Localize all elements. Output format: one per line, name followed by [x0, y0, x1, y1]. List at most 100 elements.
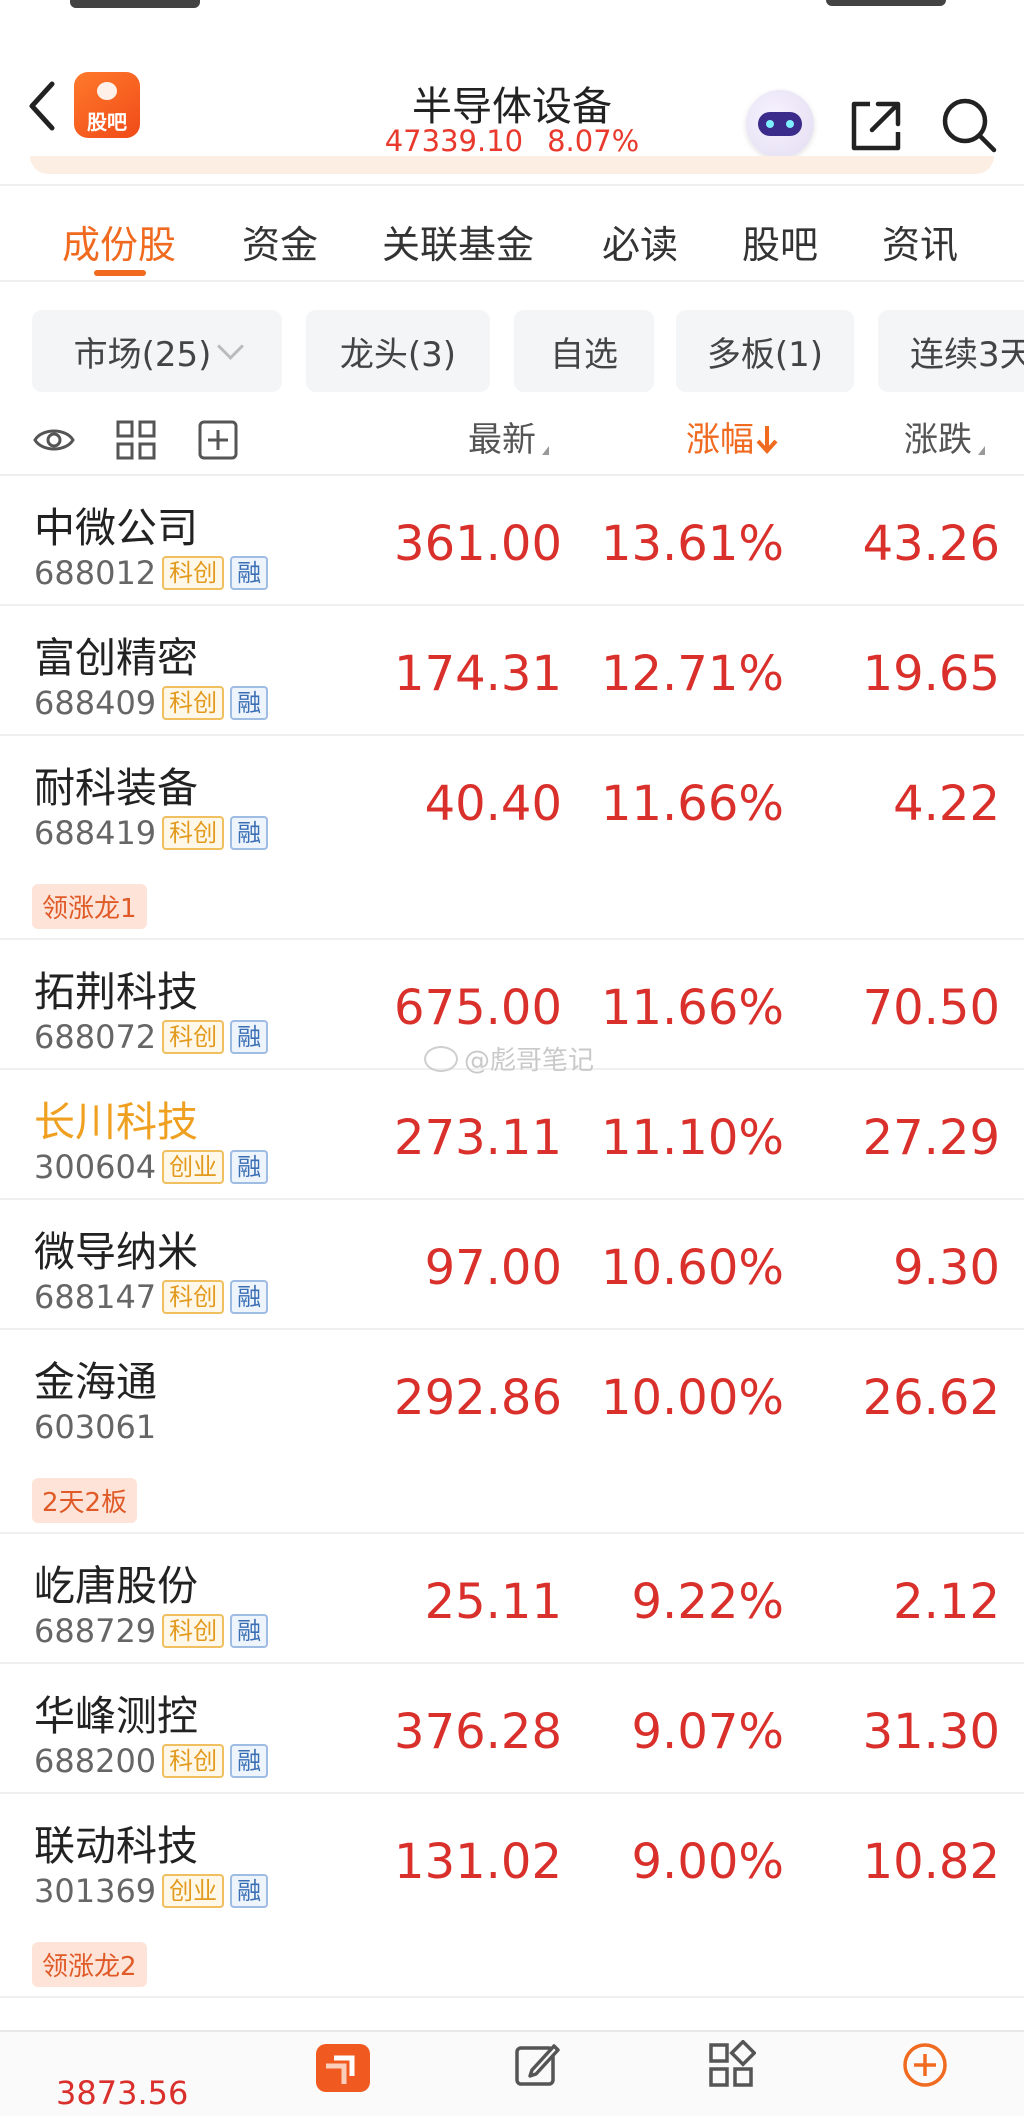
- stock-pct-change: 10.00%: [600, 1370, 784, 1426]
- margin-badge: 融: [230, 1020, 269, 1054]
- share-icon[interactable]: [848, 98, 904, 154]
- stock-last-price: 361.00: [394, 516, 562, 572]
- board-badge: 创业: [162, 1150, 225, 1184]
- board-badge: 科创: [162, 686, 225, 720]
- grid-view-icon[interactable]: [114, 418, 158, 462]
- stock-code: 688409: [34, 684, 157, 722]
- stock-name: 华峰测控: [34, 1692, 198, 1740]
- index-value: 47339.10: [384, 124, 524, 158]
- stock-code-line: 688419 科创融: [34, 814, 269, 852]
- column-pct[interactable]: 涨幅: [686, 412, 780, 468]
- board-badge: 科创: [162, 1020, 225, 1054]
- tab-funds-flow[interactable]: 资金: [242, 214, 318, 269]
- stock-code: 300604: [34, 1148, 157, 1186]
- stock-name: 金海通: [34, 1358, 157, 1406]
- post-nav-icon[interactable]: [512, 2040, 562, 2090]
- stock-code: 688729: [34, 1612, 157, 1650]
- stock-pct-change: 9.22%: [631, 1574, 784, 1630]
- tab-constituents[interactable]: 成份股: [62, 214, 176, 269]
- stock-tag: 领涨龙1: [32, 884, 147, 929]
- stock-pct-change: 10.60%: [600, 1240, 784, 1296]
- margin-badge: 融: [230, 1280, 269, 1314]
- stock-row[interactable]: 富创精密 688409 科创融 174.31 12.71% 19.65: [0, 606, 1024, 736]
- apps-nav-icon[interactable]: [706, 2040, 756, 2090]
- search-icon[interactable]: [940, 96, 998, 154]
- stock-change: 43.26: [862, 516, 1000, 572]
- filter-market[interactable]: 市场(25): [32, 310, 282, 392]
- stock-code: 301369: [34, 1872, 157, 1910]
- stock-pct-change: 11.10%: [600, 1110, 784, 1166]
- column-change[interactable]: 涨跌: [904, 412, 985, 468]
- stock-code: 688147: [34, 1278, 157, 1316]
- stock-change: 27.29: [862, 1110, 1000, 1166]
- filter-leaders[interactable]: 龙头(3): [306, 310, 490, 392]
- stock-pct-change: 9.00%: [631, 1834, 784, 1890]
- robot-eye-left: [766, 120, 774, 128]
- stock-pct-change: 9.07%: [631, 1704, 784, 1760]
- stock-last-price: 97.00: [424, 1240, 562, 1296]
- stock-pct-change: 12.71%: [600, 646, 784, 702]
- stock-code-line: 300604 创业融: [34, 1148, 269, 1186]
- stock-row[interactable]: 联动科技 301369 创业融领涨龙2 131.02 9.00% 10.82: [0, 1794, 1024, 1998]
- sort-icon: [542, 446, 549, 455]
- stock-pct-change: 11.66%: [600, 776, 784, 832]
- index-change: 8.07%: [547, 124, 640, 158]
- stock-last-price: 131.02: [394, 1834, 562, 1890]
- stock-row[interactable]: 金海通 603061 2天2板 292.86 10.00% 26.62: [0, 1330, 1024, 1534]
- stock-row[interactable]: 微导纳米 688147 科创融 97.00 10.60% 9.30: [0, 1200, 1024, 1330]
- robot-face: [758, 112, 802, 136]
- stock-change: 26.62: [862, 1370, 1000, 1426]
- stock-code-line: 688200 科创融: [34, 1742, 269, 1780]
- stock-code-line: 603061: [34, 1408, 156, 1446]
- sort-icon: [978, 446, 985, 455]
- stock-row[interactable]: 屹唐股份 688729 科创融 25.11 9.22% 2.12: [0, 1534, 1024, 1664]
- stock-last-price: 376.28: [394, 1704, 562, 1760]
- margin-badge: 融: [230, 556, 269, 590]
- status-time: [70, 0, 200, 8]
- stock-row[interactable]: 中微公司 688012 科创融 361.00 13.61% 43.26: [0, 476, 1024, 606]
- tab-bar: 成份股 资金 关联基金 必读 股吧 资讯: [0, 186, 1024, 280]
- stock-change: 10.82: [862, 1834, 1000, 1890]
- stock-name: 长川科技: [34, 1098, 198, 1146]
- header-banner-edge: [30, 156, 994, 174]
- status-icons: [826, 0, 946, 6]
- tab-must-read[interactable]: 必读: [602, 214, 678, 269]
- tab-news[interactable]: 资讯: [882, 214, 958, 269]
- filter-watchlist[interactable]: 自选: [514, 310, 654, 392]
- stock-row[interactable]: 华峰测控 688200 科创融 376.28 9.07% 31.30: [0, 1664, 1024, 1794]
- stock-name: 富创精密: [34, 634, 198, 682]
- robot-eye-right: [786, 120, 794, 128]
- stock-last-price: 292.86: [394, 1370, 562, 1426]
- stock-row[interactable]: 耐科装备 688419 科创融领涨龙1 40.40 11.66% 4.22: [0, 736, 1024, 940]
- row-divider: [0, 1996, 1024, 1998]
- column-last[interactable]: 最新: [468, 412, 549, 468]
- stock-code-line: 688409 科创融: [34, 684, 269, 722]
- stock-change: 31.30: [862, 1704, 1000, 1760]
- stock-pct-change: 13.61%: [600, 516, 784, 572]
- stock-name: 联动科技: [34, 1822, 198, 1870]
- stock-last-price: 273.11: [394, 1110, 562, 1166]
- stock-code: 603061: [34, 1408, 157, 1446]
- stock-change: 9.30: [893, 1240, 1000, 1296]
- stock-row[interactable]: 长川科技 300604 创业融 273.11 11.10% 27.29: [0, 1070, 1024, 1200]
- margin-badge: 融: [230, 1150, 269, 1184]
- tab-guba[interactable]: 股吧: [742, 214, 818, 269]
- board-badge: 科创: [162, 816, 225, 850]
- weibo-icon: [424, 1046, 458, 1072]
- header: 股吧 半导体设备 47339.10 8.07%: [0, 20, 1024, 170]
- board-badge: 创业: [162, 1874, 225, 1908]
- eye-icon[interactable]: [32, 418, 76, 462]
- stock-change: 4.22: [893, 776, 1000, 832]
- stock-pct-change: 11.66%: [600, 980, 784, 1036]
- add-icon[interactable]: [196, 418, 240, 462]
- ai-assistant-icon[interactable]: [746, 90, 814, 158]
- stock-change: 70.50: [862, 980, 1000, 1036]
- quotes-nav-icon[interactable]: [312, 2040, 374, 2096]
- column-last-label: 最新: [468, 420, 536, 460]
- stock-code-line: 688729 科创融: [34, 1612, 269, 1650]
- market-index-value[interactable]: 3873.56: [56, 2074, 188, 2112]
- filter-multi-board[interactable]: 多板(1): [676, 310, 854, 392]
- add-watchlist-nav-icon[interactable]: [900, 2040, 950, 2090]
- filter-consecutive[interactable]: 连续3天: [878, 310, 1024, 392]
- tab-related-funds[interactable]: 关联基金: [382, 214, 534, 269]
